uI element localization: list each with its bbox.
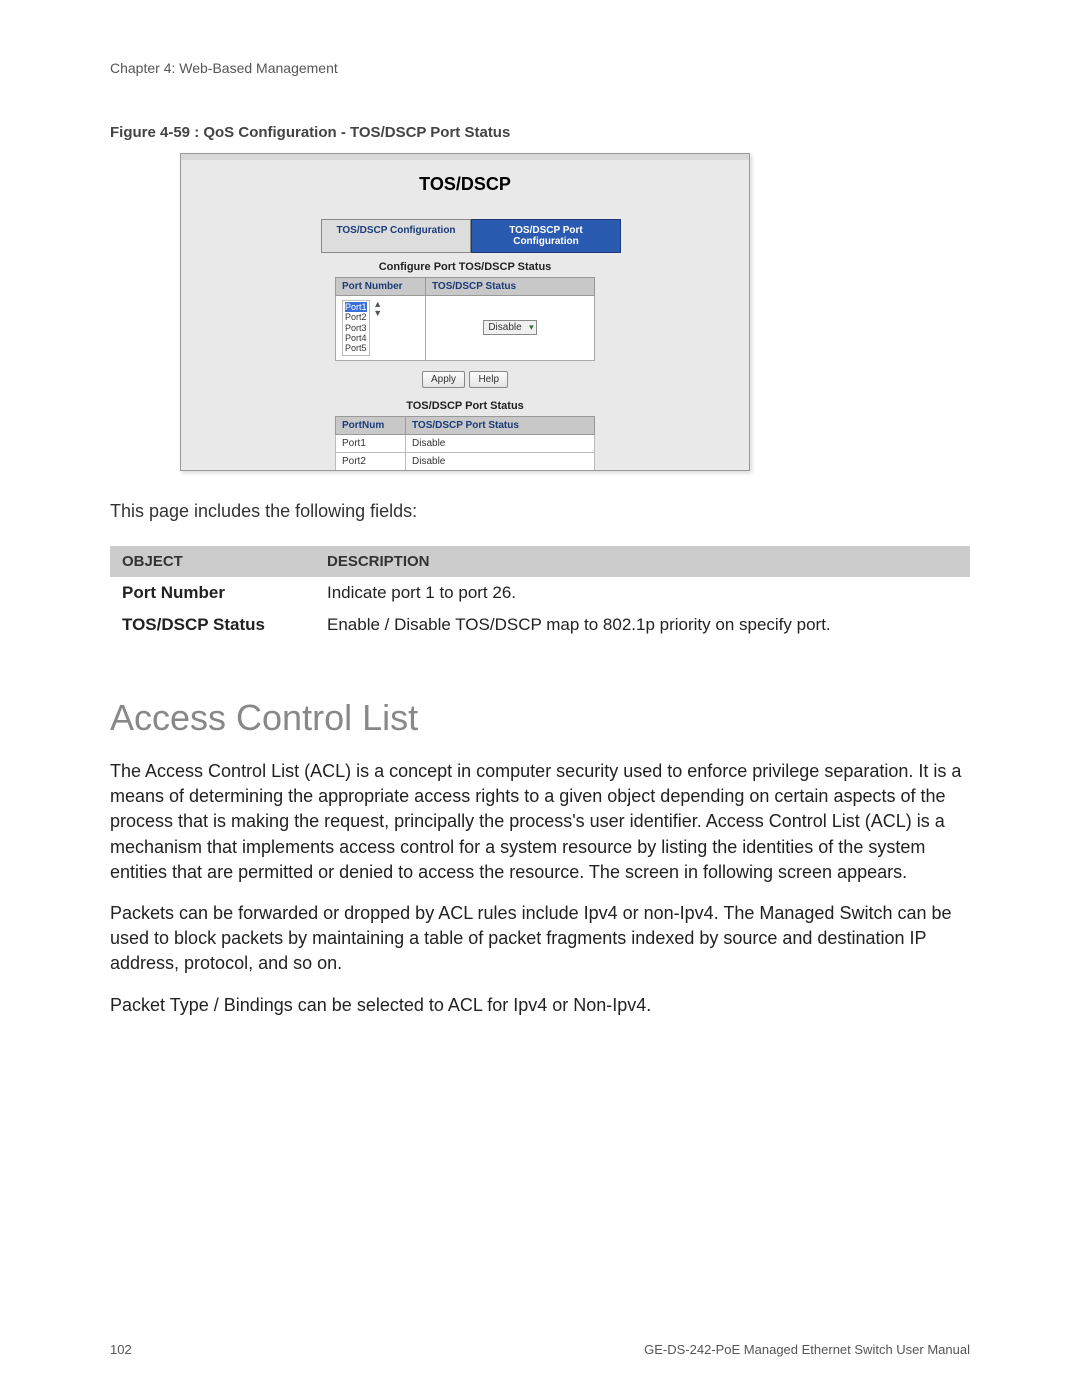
port-option[interactable]: Port4 <box>345 333 367 343</box>
fields-header-description: DESCRIPTION <box>315 546 970 577</box>
col-port-status: TOS/DSCP Port Status <box>406 416 595 434</box>
port-listbox[interactable]: Port1 Port2 Port3 Port4 Port5 <box>342 300 370 356</box>
field-description: Enable / Disable TOS/DSCP map to 802.1p … <box>315 609 970 641</box>
chapter-header: Chapter 4: Web-Based Management <box>110 60 970 76</box>
apply-button[interactable]: Apply <box>422 371 465 388</box>
field-description: Indicate port 1 to port 26. <box>315 577 970 609</box>
help-button[interactable]: Help <box>469 371 508 388</box>
doc-title: GE-DS-242-PoE Managed Ethernet Switch Us… <box>644 1342 970 1357</box>
table-row: Port2Disable <box>336 452 595 470</box>
page-footer: 102 GE-DS-242-PoE Managed Ethernet Switc… <box>110 1342 970 1357</box>
field-object: TOS/DSCP Status <box>110 609 315 641</box>
tab-row: TOS/DSCP Configuration TOS/DSCP Port Con… <box>321 219 621 253</box>
status-table: PortNum TOS/DSCP Port Status Port1Disabl… <box>335 416 595 470</box>
table-row: Port Number Indicate port 1 to port 26. <box>110 577 970 609</box>
intro-text: This page includes the following fields: <box>110 501 970 522</box>
port-option[interactable]: Port1 <box>345 302 367 312</box>
status-section-title: TOS/DSCP Port Status <box>321 392 609 416</box>
col-port-number: Port Number <box>336 278 426 296</box>
field-object: Port Number <box>110 577 315 609</box>
configure-section-title: Configure Port TOS/DSCP Status <box>321 253 609 277</box>
page-number: 102 <box>110 1342 132 1357</box>
table-row: Port1Disable <box>336 434 595 452</box>
section-heading: Access Control List <box>110 697 970 739</box>
listbox-scroll-icon[interactable]: ▲▼ <box>373 300 382 318</box>
ui-title: TOS/DSCP <box>181 160 749 213</box>
figure-caption: Figure 4-59 : QoS Configuration - TOS/DS… <box>110 124 970 141</box>
status-dropdown[interactable]: Disable <box>483 320 536 335</box>
col-tos-status: TOS/DSCP Status <box>426 278 595 296</box>
col-portnum: PortNum <box>336 416 406 434</box>
port-option[interactable]: Port5 <box>345 343 367 353</box>
screenshot-panel: TOS/DSCP TOS/DSCP Configuration TOS/DSCP… <box>180 153 750 471</box>
body-paragraph: Packets can be forwarded or dropped by A… <box>110 901 970 977</box>
port-option[interactable]: Port3 <box>345 323 367 333</box>
tab-tos-config[interactable]: TOS/DSCP Configuration <box>321 219 471 253</box>
fields-table: OBJECT DESCRIPTION Port Number Indicate … <box>110 546 970 641</box>
table-row: TOS/DSCP Status Enable / Disable TOS/DSC… <box>110 609 970 641</box>
configure-table: Port Number TOS/DSCP Status Port1 Port2 … <box>335 277 595 361</box>
tab-tos-port-config[interactable]: TOS/DSCP Port Configuration <box>471 219 621 253</box>
body-paragraph: Packet Type / Bindings can be selected t… <box>110 993 970 1018</box>
body-paragraph: The Access Control List (ACL) is a conce… <box>110 759 970 885</box>
fields-header-object: OBJECT <box>110 546 315 577</box>
port-option[interactable]: Port2 <box>345 312 367 322</box>
